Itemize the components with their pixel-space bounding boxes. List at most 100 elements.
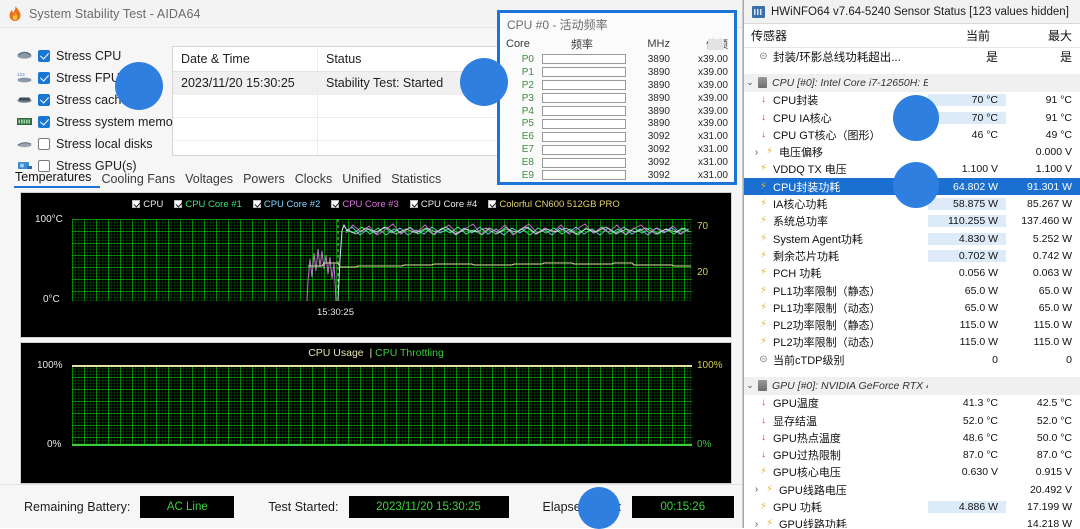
cpu-core-label: P1 (506, 67, 542, 78)
sensor-row[interactable]: ⚡GPU核心电压0.630 V0.915 V (744, 464, 1080, 481)
sensor-row[interactable]: ↓GPU温度41.3 °C42.5 °C (744, 395, 1080, 412)
sensor-name-cell: ⚡系统总功率 (744, 213, 928, 229)
chevron-down-icon[interactable]: ⌄ (744, 77, 756, 88)
legend-checkbox[interactable] (253, 200, 261, 208)
stress-local-disks-checkbox[interactable] (38, 138, 50, 150)
legend-item[interactable]: CPU Core #4 (410, 199, 478, 210)
legend-item[interactable]: CPU (132, 199, 163, 210)
sensor-row[interactable]: ⊝封装/环影总线功耗超出...是是 (744, 48, 1080, 65)
legend-checkbox[interactable] (488, 200, 496, 208)
sensor-row[interactable]: ⚡PL2功率限制（静态）115.0 W115.0 W (744, 316, 1080, 333)
sensor-label: PL1功率限制（动态） (773, 300, 881, 316)
cpu-core-mhz: 3890 (626, 67, 674, 78)
sensor-label: CPU [#0]: Intel Core i7-12650H: Enhanced (772, 77, 928, 89)
legend-item[interactable]: CPU Core #2 (253, 199, 321, 210)
tab-cooling-fans[interactable]: Cooling Fans (100, 172, 184, 188)
cpu-frequency-popup[interactable]: CPU #0 - 活动频率 Core 频率 MHz 倍频 P03890x39.0… (497, 10, 737, 185)
sensor-row[interactable]: ⚡剩余芯片功耗0.702 W0.742 W (744, 247, 1080, 264)
cpu-core-frequency-bar (542, 170, 626, 180)
tab-voltages[interactable]: Voltages (184, 172, 242, 188)
col-header-frequency: 频率 (542, 36, 622, 52)
sensor-label: VDDQ TX 电压 (773, 161, 847, 177)
power-icon: ⚡ (757, 199, 770, 209)
stress-option-row[interactable]: Stress CPU (16, 46, 176, 65)
cpu-core-row: E73092x31.00 (500, 143, 734, 156)
stress-memory-checkbox[interactable] (38, 116, 50, 128)
sensor-maximum-value: 5.252 W (1006, 233, 1080, 245)
power-icon: ⚡ (763, 519, 776, 528)
sensor-name-cell: ⌄GPU [#0]: NVIDIA GeForce RTX 4060 Lapto… (744, 380, 928, 392)
tab-temperatures[interactable]: Temperatures (14, 170, 100, 188)
chip-icon (758, 77, 767, 88)
disk-icon (16, 137, 33, 150)
legend-checkbox[interactable] (410, 200, 418, 208)
chevron-right-icon[interactable]: › (750, 147, 763, 158)
cpu-core-multiplier: x39.00 (674, 118, 728, 129)
sensor-row[interactable]: ⚡System Agent功耗4.830 W5.252 W (744, 230, 1080, 247)
col-header-maximum[interactable]: 最大 (998, 27, 1080, 44)
tab-unified[interactable]: Unified (341, 172, 390, 188)
sensor-row[interactable]: ↓GPU热点温度48.6 °C50.0 °C (744, 429, 1080, 446)
sensor-row[interactable]: ⚡PL1功率限制（静态）65.0 W65.0 W (744, 282, 1080, 299)
sensor-row[interactable]: ⊝当前cTDP级别00 (744, 351, 1080, 368)
sensor-row[interactable]: ⚡GPU 功耗4.886 W17.199 W (744, 498, 1080, 515)
sensor-row[interactable]: ›⚡电压偏移0.000 V (744, 143, 1080, 160)
cpu-core-multiplier: x31.00 (674, 170, 728, 181)
stress-fpu-checkbox[interactable] (38, 72, 50, 84)
sensor-row[interactable]: ↓显存结温52.0 °C52.0 °C (744, 412, 1080, 429)
cpu-core-frequency-bar (542, 93, 626, 103)
cpu-core-row: P03890x39.00 (500, 53, 734, 66)
legend-item[interactable]: Colorful CN600 512GB PRO (488, 199, 619, 210)
sensor-name-cell: ›⚡GPU线路电压 (744, 482, 928, 498)
stress-option-row[interactable]: Stress local disks (16, 134, 176, 153)
tab-statistics[interactable]: Statistics (390, 172, 450, 188)
cpu-core-label: E8 (506, 157, 542, 168)
legend-item[interactable]: CPU Core #3 (331, 199, 399, 210)
sensor-row[interactable]: ⚡系统总功率110.255 W137.460 W (744, 213, 1080, 230)
sensor-maximum-value: 49 °C (1006, 129, 1080, 141)
sensor-row[interactable]: ↓GPU过热限制87.0 °C87.0 °C (744, 447, 1080, 464)
sensor-row[interactable]: ›⚡GPU线路功耗14.218 W (744, 516, 1080, 528)
sensor-row[interactable]: ›⚡GPU线路电压20.492 V (744, 481, 1080, 498)
cpu-core-label: E7 (506, 144, 542, 155)
tab-powers[interactable]: Powers (242, 172, 294, 188)
sensor-label: CPU封装功耗 (773, 179, 840, 195)
stress-cpu-checkbox[interactable] (38, 50, 50, 62)
tab-clocks[interactable]: Clocks (294, 172, 342, 188)
chevron-right-icon[interactable]: › (750, 519, 763, 528)
sensor-row[interactable]: ⚡PL2功率限制（动态）115.0 W115.0 W (744, 334, 1080, 351)
sensor-group-row[interactable]: ⌄GPU [#0]: NVIDIA GeForce RTX 4060 Lapto… (744, 377, 1080, 394)
col-header-mhz: MHz (622, 38, 674, 50)
temperature-icon: ↓ (757, 450, 770, 460)
cpu-core-frequency-bar (542, 145, 626, 155)
cpu-core-row: P53890x39.00 (500, 117, 734, 130)
cpu-core-frequency-bar (542, 158, 626, 168)
sensor-label: PL2功率限制（静态） (773, 317, 881, 333)
legend-item[interactable]: CPU Core #1 (174, 199, 242, 210)
annotation-dot-cpu-temp (893, 95, 939, 141)
legend-checkbox[interactable] (174, 200, 182, 208)
cpu-core-frequency-bar (542, 106, 626, 116)
power-icon: ⚡ (757, 286, 770, 296)
aida64-title-text: System Stability Test - AIDA64 (29, 7, 201, 21)
col-header-sensor[interactable]: 传感器 (744, 27, 912, 44)
misc-sensor-icon: ⊝ (757, 355, 770, 365)
chevron-right-icon[interactable]: › (750, 484, 763, 495)
cpu-core-frequency-bar (542, 119, 626, 129)
power-icon: ⚡ (757, 216, 770, 226)
sensor-label: 显存结温 (773, 413, 817, 429)
col-header-datetime[interactable]: Date & Time (173, 47, 318, 71)
cpu-core-multiplier: x31.00 (674, 157, 728, 168)
legend-checkbox[interactable] (331, 200, 339, 208)
stress-cache-checkbox[interactable] (38, 94, 50, 106)
chevron-down-icon[interactable]: ⌄ (744, 380, 756, 391)
sensor-row[interactable]: ⚡PL1功率限制（动态）65.0 W65.0 W (744, 299, 1080, 316)
stress-option-row[interactable]: Stress system memory (16, 112, 176, 131)
sensor-group-row[interactable]: ⌄ CPU [#0]: Intel Core i7-12650H: Enhance… (744, 74, 1080, 91)
minimize-icon[interactable] (708, 39, 724, 50)
sensor-maximum-value: 0.915 V (1006, 466, 1080, 478)
sensor-label: IA核心功耗 (773, 196, 827, 212)
legend-checkbox[interactable] (132, 200, 140, 208)
col-header-current[interactable]: 当前 (912, 27, 998, 44)
sensor-row[interactable]: ⚡PCH 功耗0.056 W0.063 W (744, 265, 1080, 282)
